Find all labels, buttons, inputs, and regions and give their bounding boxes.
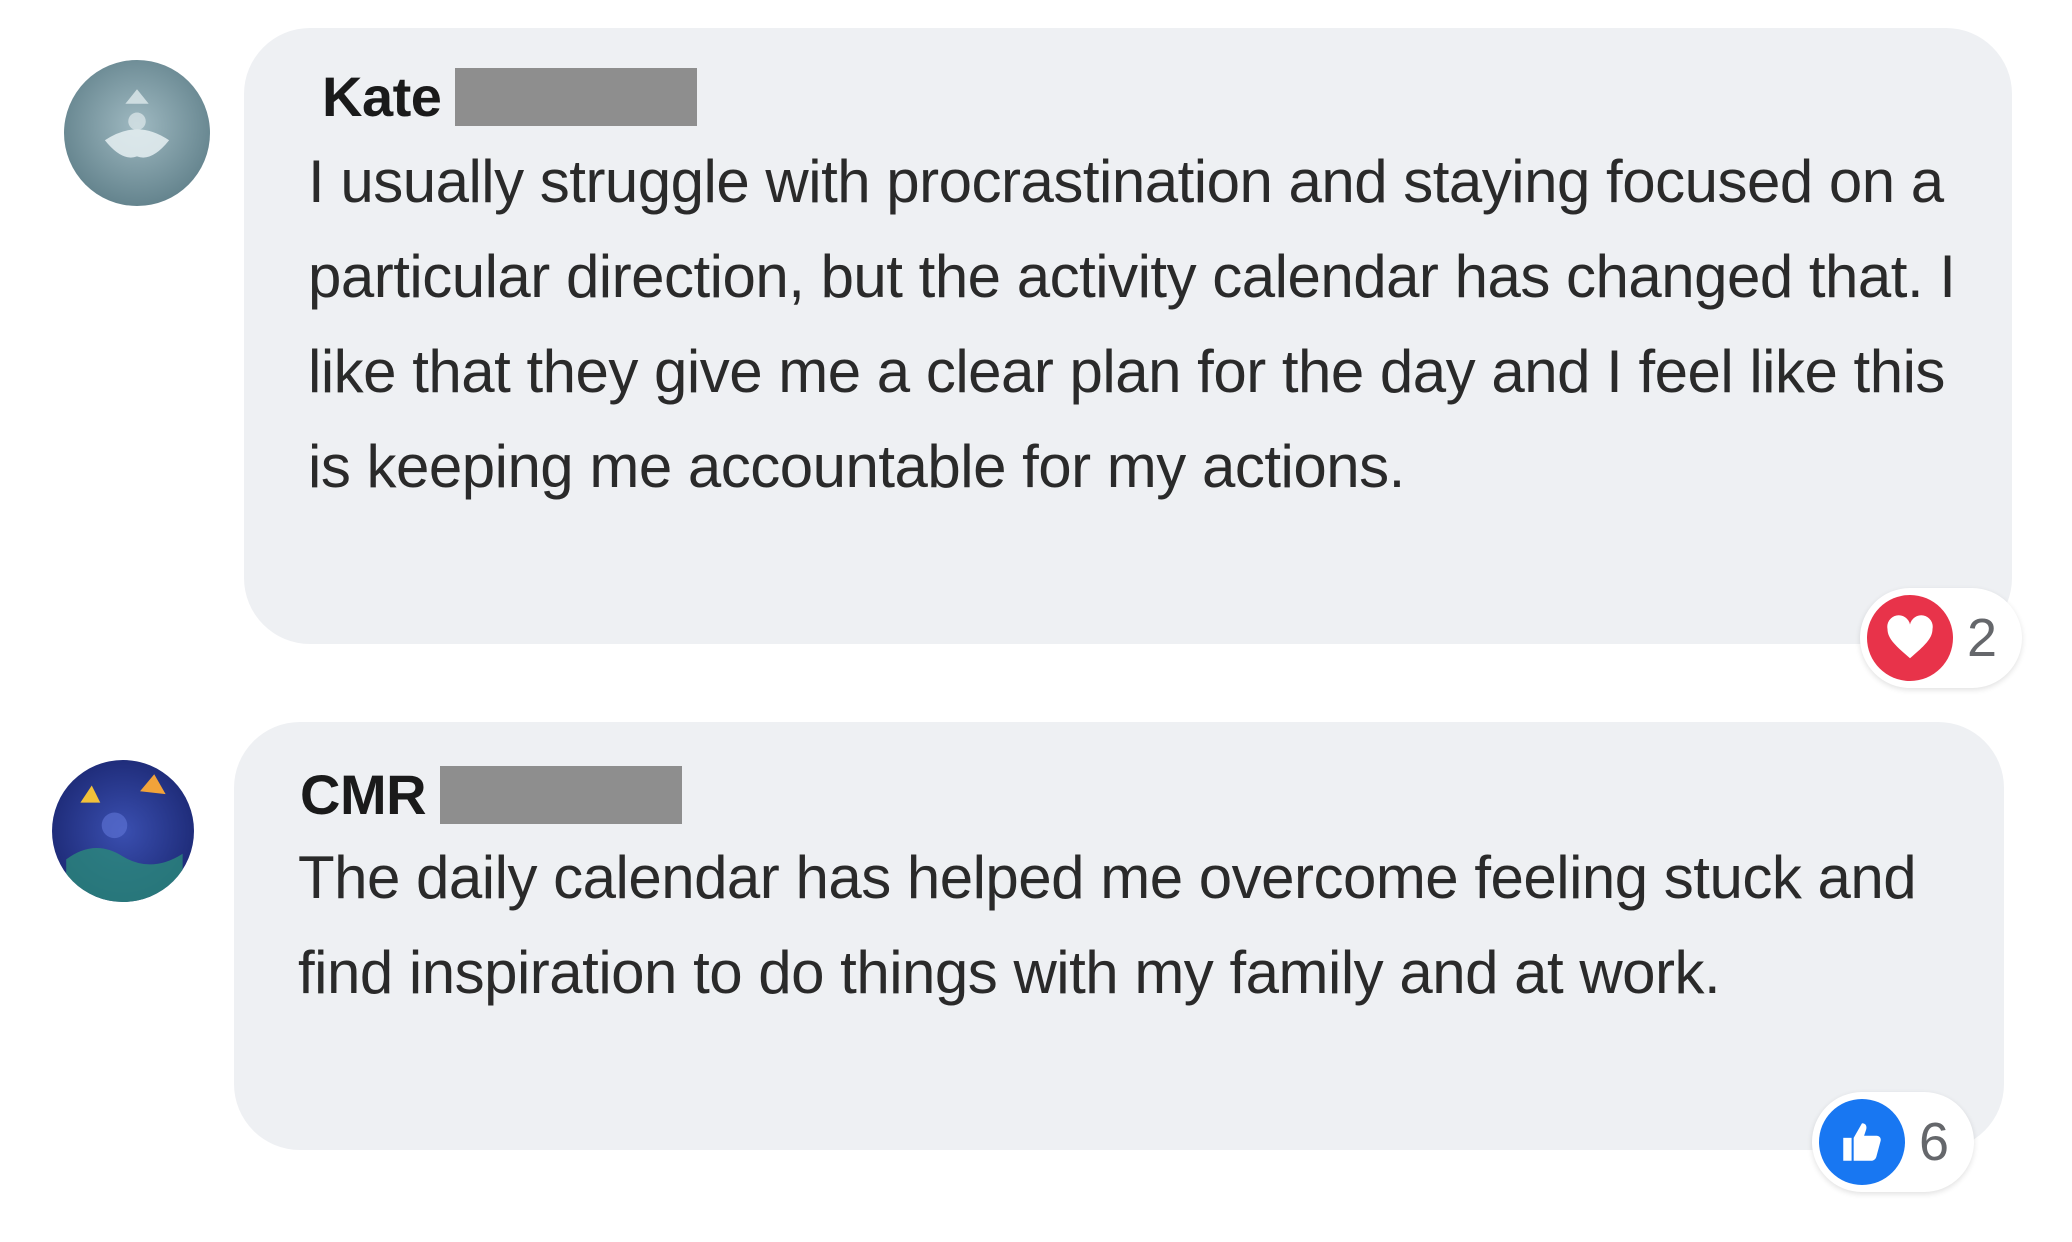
redacted-name-block (455, 68, 698, 126)
comment-author-row: Kate (322, 68, 698, 126)
reaction-summary[interactable]: 6 (1812, 1092, 1975, 1192)
comment-text: I usually struggle with procrastination … (308, 148, 1956, 500)
heart-icon (1867, 595, 1953, 681)
profile-picture-icon (64, 60, 210, 206)
comment-author-name[interactable]: Kate (322, 69, 442, 125)
comment-text: The daily calendar has helped me overcom… (298, 844, 1917, 1006)
avatar[interactable] (52, 760, 194, 902)
thumbs-up-icon (1819, 1099, 1905, 1185)
reaction-count: 2 (1967, 608, 1998, 668)
avatar[interactable] (64, 60, 210, 206)
redacted-name-block (440, 766, 683, 824)
reaction-summary[interactable]: 2 (1860, 588, 2023, 688)
reaction-count: 6 (1919, 1112, 1950, 1172)
comment-author-row: CMR (300, 766, 683, 824)
comment-author-name[interactable]: CMR (300, 767, 427, 823)
profile-picture-icon (52, 760, 194, 902)
